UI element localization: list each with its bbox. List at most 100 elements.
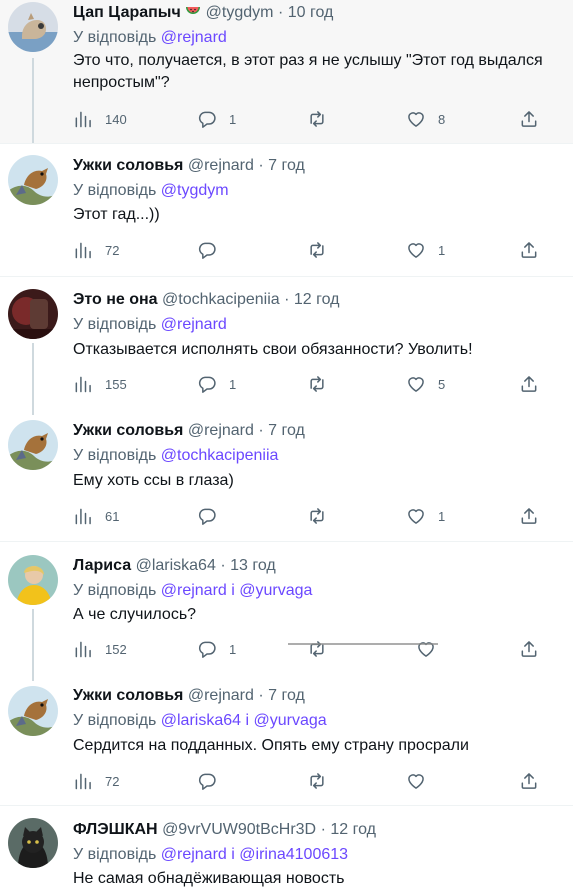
timestamp[interactable]: 13 год <box>230 557 276 574</box>
like-button[interactable] <box>416 637 436 661</box>
views-icon <box>73 374 93 394</box>
timestamp[interactable]: 10 год <box>288 4 334 21</box>
avatar[interactable] <box>8 555 58 605</box>
like-button[interactable]: 1 <box>406 504 445 528</box>
share-button[interactable] <box>519 769 539 793</box>
reply-prefix: У відповідь <box>73 29 157 46</box>
timestamp[interactable]: 7 год <box>268 157 305 174</box>
views-button[interactable]: 72 <box>73 769 119 793</box>
mention-link[interactable]: @rejnard <box>161 582 227 599</box>
tweet-text: Не самая обнадёживающая новость <box>73 870 345 887</box>
share-button[interactable] <box>519 504 539 528</box>
like-button[interactable]: 8 <box>406 107 445 131</box>
mention-link[interactable]: @rejnard <box>161 316 227 333</box>
heart-icon <box>406 240 426 260</box>
share-icon <box>519 240 539 260</box>
handle[interactable]: @lariska64 <box>136 557 216 574</box>
avatar[interactable] <box>8 420 58 470</box>
reply-button[interactable]: 1 <box>197 107 236 131</box>
retweet-button[interactable] <box>307 637 327 661</box>
views-button[interactable]: 155 <box>73 372 127 396</box>
reply-button[interactable]: 1 <box>197 372 236 396</box>
reply-prefix: У відповідь <box>73 182 157 199</box>
retweet-button[interactable] <box>307 238 327 262</box>
divider <box>0 541 573 542</box>
timestamp[interactable]: 7 год <box>268 422 305 439</box>
action-bar: 140 1 8 <box>73 107 543 131</box>
display-name[interactable]: Ужки соловья <box>73 422 183 439</box>
handle[interactable]: @tygdym <box>206 4 274 21</box>
reply-button[interactable] <box>197 238 217 262</box>
action-bar: 61 1 <box>73 504 543 528</box>
tweet-text: А че случилось? <box>73 606 197 623</box>
avatar[interactable] <box>8 289 58 339</box>
render-artifact-line <box>288 643 438 645</box>
mention-link[interactable]: @rejnard <box>161 846 227 863</box>
reply-context: У відповідь @rejnard і @yurvaga <box>73 581 312 601</box>
handle[interactable]: @rejnard <box>188 157 254 174</box>
timestamp[interactable]: 12 год <box>294 291 340 308</box>
mention-link[interactable]: @tygdym <box>161 182 229 199</box>
reply-context: У відповідь @tochkacipeniia <box>73 446 278 466</box>
retweet-button[interactable] <box>307 769 327 793</box>
mention-link[interactable]: @lariska64 <box>161 712 241 729</box>
tweet-text: Этот гад...)) <box>73 206 160 223</box>
like-count: 1 <box>438 508 446 524</box>
retweet-icon <box>307 506 327 526</box>
like-button[interactable]: 5 <box>406 372 445 396</box>
divider <box>0 276 573 277</box>
views-button[interactable]: 72 <box>73 238 119 262</box>
timestamp[interactable]: 7 год <box>268 687 305 704</box>
display-name[interactable]: Ужки соловья <box>73 687 183 704</box>
mention-link[interactable]: @irina4100613 <box>239 846 348 863</box>
reply-context: У відповідь @rejnard і @irina4100613 <box>73 845 348 865</box>
retweet-button[interactable] <box>307 504 327 528</box>
share-button[interactable] <box>519 637 539 661</box>
heart-icon <box>406 374 426 394</box>
views-count: 152 <box>105 641 127 657</box>
reply-context: У відповідь @lariska64 і @yurvaga <box>73 711 327 731</box>
display-name[interactable]: Цап Царапыч <box>73 4 181 21</box>
like-button[interactable]: 1 <box>406 238 445 262</box>
reply-button[interactable] <box>197 769 217 793</box>
share-button[interactable] <box>519 372 539 396</box>
display-name[interactable]: Ужки соловья <box>73 157 183 174</box>
views-icon <box>73 240 93 260</box>
avatar[interactable] <box>8 2 58 52</box>
handle[interactable]: @rejnard <box>188 422 254 439</box>
share-icon <box>519 771 539 791</box>
reply-button[interactable]: 1 <box>197 637 236 661</box>
mention-link[interactable]: @yurvaga <box>254 712 327 729</box>
retweet-icon <box>307 374 327 394</box>
views-button[interactable]: 140 <box>73 107 127 131</box>
share-button[interactable] <box>519 238 539 262</box>
display-name[interactable]: Это не она <box>73 291 158 308</box>
display-name[interactable]: Лариса <box>73 557 131 574</box>
views-button[interactable]: 61 <box>73 504 119 528</box>
avatar[interactable] <box>8 818 58 868</box>
mention-link[interactable]: @yurvaga <box>239 582 312 599</box>
action-bar: 155 1 5 <box>73 372 543 396</box>
reply-button[interactable] <box>197 504 217 528</box>
avatar[interactable] <box>8 155 58 205</box>
retweet-button[interactable] <box>307 372 327 396</box>
mention-link[interactable]: @tochkacipeniia <box>161 447 279 464</box>
separator-dot: · <box>277 4 284 21</box>
like-button[interactable] <box>406 769 426 793</box>
handle[interactable]: @rejnard <box>188 687 254 704</box>
reply-prefix: У відповідь <box>73 712 157 729</box>
views-button[interactable]: 152 <box>73 637 127 661</box>
mention-link[interactable]: @rejnard <box>161 29 227 46</box>
timestamp[interactable]: 12 год <box>330 821 376 838</box>
handle[interactable]: @tochkacipeniia <box>162 291 280 308</box>
share-icon <box>519 374 539 394</box>
reply-count: 1 <box>229 111 237 127</box>
share-icon <box>519 639 539 659</box>
avatar[interactable] <box>8 686 58 736</box>
heart-icon <box>406 109 426 129</box>
heart-icon <box>406 771 426 791</box>
share-button[interactable] <box>519 107 539 131</box>
retweet-button[interactable] <box>307 107 327 131</box>
handle[interactable]: @9vrVUW90tBcHr3D <box>162 821 316 838</box>
display-name[interactable]: ФЛЭШКАН <box>73 821 158 838</box>
